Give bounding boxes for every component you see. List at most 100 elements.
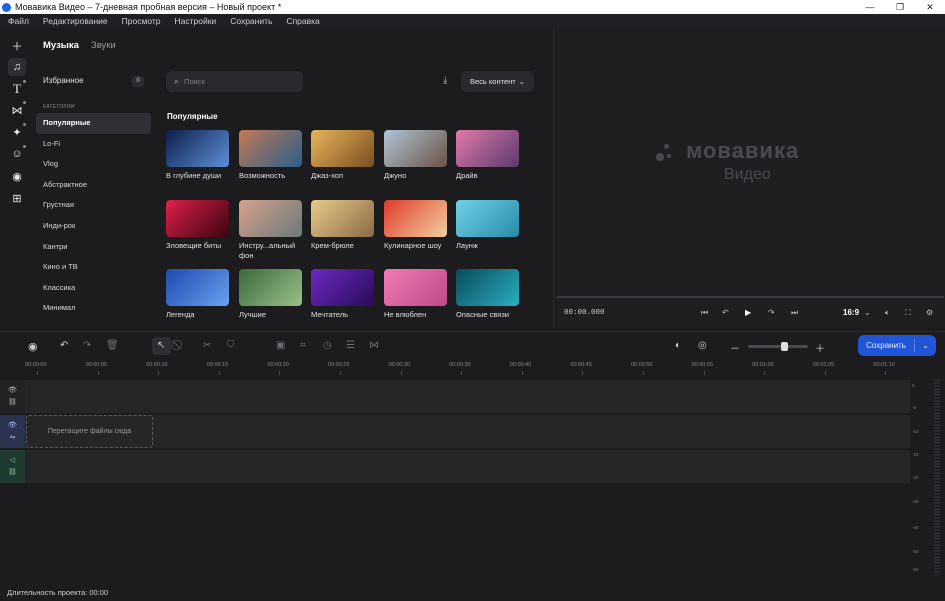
- more-tools-icon[interactable]: ⊞: [8, 189, 26, 207]
- sticker-icon[interactable]: ☺: [8, 145, 26, 163]
- content-filter-dropdown[interactable]: Весь контент ⌄: [461, 71, 534, 92]
- tab-music[interactable]: Музыка: [43, 40, 79, 51]
- transition-tool-icon[interactable]: ⋈: [369, 340, 379, 351]
- track-card[interactable]: Инстру...альный фон: [239, 200, 302, 261]
- audio-detach-icon[interactable]: ◐: [675, 340, 681, 351]
- track-thumbnail[interactable]: [239, 269, 302, 306]
- menu-save[interactable]: Сохранить: [230, 16, 272, 26]
- download-icon[interactable]: ⤓: [443, 75, 447, 86]
- preview-settings-icon[interactable]: ⚙: [926, 308, 933, 317]
- category-item[interactable]: Популярные: [36, 113, 151, 134]
- skip-back-icon[interactable]: ⏮: [701, 308, 708, 318]
- menu-edit[interactable]: Редактирование: [43, 16, 108, 26]
- track-thumbnail[interactable]: [311, 130, 374, 167]
- menu-view[interactable]: Просмотр: [122, 16, 161, 26]
- track-thumbnail[interactable]: [166, 269, 229, 306]
- volume-icon[interactable]: 🔈︎: [885, 308, 890, 318]
- record-voice-icon[interactable]: ◉: [28, 340, 38, 353]
- step-back-icon[interactable]: ↶: [722, 308, 729, 317]
- minimize-icon[interactable]: —: [855, 2, 885, 12]
- preview-scrubber[interactable]: [557, 296, 944, 298]
- search-input[interactable]: [184, 77, 285, 86]
- speed-icon[interactable]: ◷: [323, 340, 332, 351]
- transitions-icon[interactable]: ⋈: [8, 101, 26, 119]
- track-card[interactable]: Кулинарное шоу: [384, 200, 447, 251]
- link-icon[interactable]: ⛓︎: [8, 467, 17, 479]
- close-icon[interactable]: ✕: [915, 2, 945, 13]
- track-thumbnail[interactable]: [239, 200, 302, 237]
- track-thumbnail[interactable]: [384, 200, 447, 237]
- snap-icon[interactable]: ◎: [698, 340, 707, 351]
- track-thumbnail[interactable]: [456, 200, 519, 237]
- redo-icon[interactable]: ↷: [83, 340, 91, 351]
- visibility-icon[interactable]: 👁︎: [8, 420, 17, 432]
- track-card[interactable]: Легенда: [166, 269, 229, 320]
- save-button[interactable]: Сохранить ⌄: [858, 335, 936, 356]
- menu-help[interactable]: Справка: [286, 16, 319, 26]
- track-card[interactable]: Зловещие биты: [166, 200, 229, 251]
- track-thumbnail[interactable]: [166, 130, 229, 167]
- undo-icon[interactable]: ↶: [60, 340, 68, 351]
- track-card[interactable]: Крем-брюле: [311, 200, 374, 251]
- aspect-chevron-icon[interactable]: ⌄: [864, 308, 871, 317]
- drop-zone[interactable]: Перетащите файлы сюда: [26, 415, 153, 448]
- skip-forward-icon[interactable]: ⏭: [791, 308, 798, 318]
- aspect-ratio-select[interactable]: 16:9: [843, 308, 859, 317]
- track-card[interactable]: Драйв: [456, 130, 519, 181]
- track-card[interactable]: Лаунж: [456, 200, 519, 251]
- track-thumbnail[interactable]: [456, 269, 519, 306]
- save-options-icon[interactable]: ⌄: [915, 341, 936, 350]
- category-item[interactable]: Классика: [36, 278, 151, 299]
- favorites-item[interactable]: Избранное: [43, 76, 143, 85]
- search-box[interactable]: ⌕: [166, 71, 303, 92]
- plus-icon[interactable]: ＋: [8, 37, 26, 55]
- track-thumbnail[interactable]: [384, 130, 447, 167]
- delete-icon[interactable]: 🗑︎: [106, 340, 119, 351]
- crop-icon[interactable]: ⌗: [300, 340, 306, 351]
- select-arrow-icon[interactable]: ↖: [157, 340, 165, 351]
- cut-icon[interactable]: ✂: [203, 340, 211, 351]
- adjust-icon[interactable]: ☰: [346, 340, 355, 351]
- zoom-out-icon[interactable]: －: [730, 340, 740, 355]
- zoom-slider-handle[interactable]: [781, 342, 788, 351]
- marker-icon[interactable]: ⛉: [227, 340, 235, 351]
- music-icon[interactable]: ♫: [8, 58, 26, 76]
- category-item[interactable]: Кантри: [36, 237, 151, 258]
- track-card[interactable]: Не влюблен: [384, 269, 447, 320]
- audio-volume-icon[interactable]: ◁: [10, 455, 15, 467]
- track-thumbnail[interactable]: [384, 269, 447, 306]
- audio-track[interactable]: [25, 450, 910, 483]
- menu-file[interactable]: Файл: [8, 16, 29, 26]
- track-card[interactable]: Джуно: [384, 130, 447, 181]
- menu-settings[interactable]: Настройки: [175, 16, 217, 26]
- track-thumbnail[interactable]: [311, 200, 374, 237]
- track-card[interactable]: Опасные связи: [456, 269, 519, 320]
- video-track[interactable]: [25, 415, 910, 448]
- fullscreen-icon[interactable]: ⛶: [905, 308, 911, 318]
- track-thumbnail[interactable]: [456, 130, 519, 167]
- track-card[interactable]: Джаз-хоп: [311, 130, 374, 181]
- maximize-icon[interactable]: ❐: [885, 2, 915, 13]
- step-forward-icon[interactable]: ↷: [768, 308, 775, 317]
- category-item[interactable]: Минимал: [36, 298, 151, 319]
- timeline-ruler[interactable]: 00:00:00 00:00:05 00:00:10 00:00:15 00:00:20…: [25, 359, 910, 379]
- track-thumbnail[interactable]: [239, 130, 302, 167]
- category-item[interactable]: Грустная: [36, 195, 151, 216]
- zoom-slider[interactable]: [748, 345, 808, 348]
- track-card[interactable]: Лучшие: [239, 269, 302, 320]
- category-item[interactable]: Vlog: [36, 154, 151, 175]
- link-icon[interactable]: ⛓︎: [8, 397, 17, 409]
- tab-sounds[interactable]: Звуки: [91, 40, 116, 51]
- track-card[interactable]: Мечтатель: [311, 269, 374, 320]
- visibility-icon[interactable]: 👁︎: [8, 385, 17, 397]
- link-icon[interactable]: ⇋: [10, 432, 16, 444]
- track-card[interactable]: В глубине души: [166, 130, 229, 181]
- track-card[interactable]: Возможность: [239, 130, 302, 181]
- record-icon[interactable]: ◉: [8, 167, 26, 185]
- text-icon[interactable]: T: [8, 80, 26, 98]
- play-icon[interactable]: ▶: [745, 308, 751, 317]
- zoom-in-icon[interactable]: ＋: [815, 340, 825, 355]
- clip-properties-icon[interactable]: ▣: [276, 340, 285, 351]
- category-item[interactable]: Lo-Fi: [36, 134, 151, 155]
- category-item[interactable]: Кино и ТВ: [36, 257, 151, 278]
